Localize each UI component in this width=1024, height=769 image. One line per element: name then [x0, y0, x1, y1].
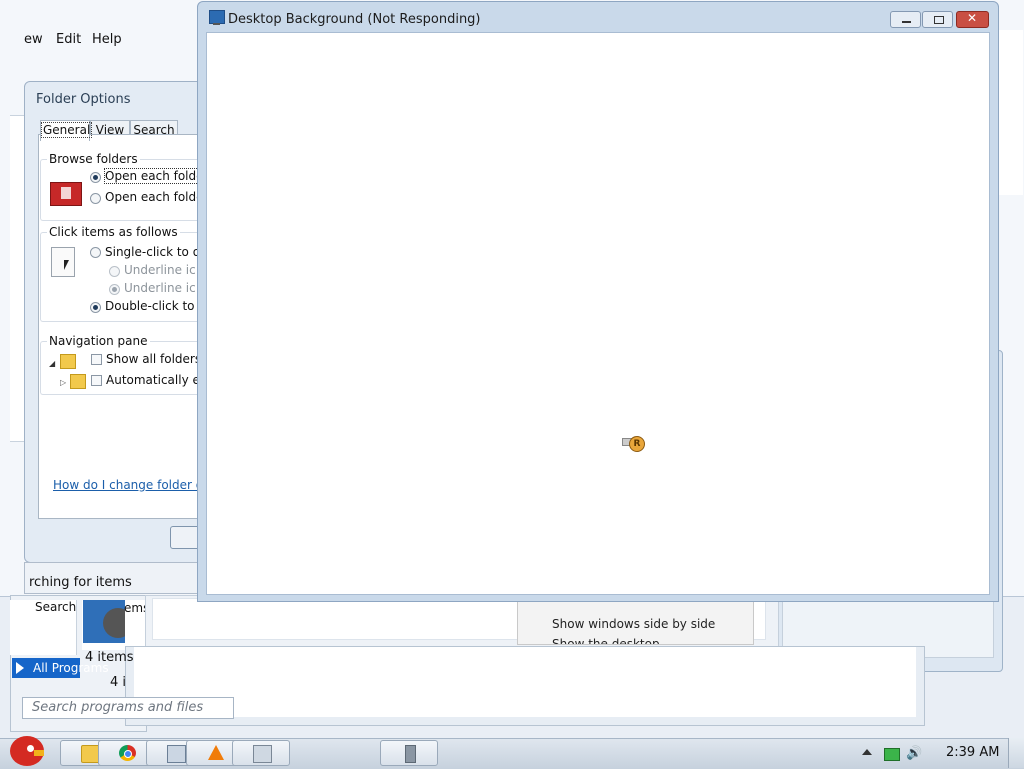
radio-underline-consistent	[109, 266, 120, 277]
window-client-area	[206, 32, 990, 595]
option-open-same-window[interactable]: Open each folde	[104, 168, 201, 184]
group-title: Browse folders	[47, 152, 140, 166]
window-icon	[167, 745, 186, 763]
show-desktop-button[interactable]	[1008, 738, 1024, 768]
close-button[interactable]	[956, 11, 989, 28]
navigation-pane-group: Navigation pane ◢ Show all folders ▷ Aut…	[40, 334, 201, 395]
volume-icon[interactable]: 🔊	[906, 747, 922, 760]
option-show-all-folders[interactable]: Show all folders	[106, 352, 200, 366]
explorer-nav-pane	[10, 115, 25, 442]
menu-edit[interactable]: Edit	[56, 32, 81, 47]
checkbox-show-all-folders[interactable]	[91, 354, 102, 365]
calculator-icon	[253, 745, 272, 763]
start-search-input[interactable]: Search programs and files	[22, 697, 234, 719]
explorer-scroll-area[interactable]	[996, 30, 1023, 195]
menu-item-show-desktop[interactable]: Show the desktop	[552, 637, 660, 644]
folder-options-dialog: Folder Options General View Search Brows…	[24, 81, 212, 563]
chrome-icon	[119, 745, 136, 761]
search-results-strip: rching for items	[24, 562, 206, 594]
radio-underline-point	[109, 284, 120, 295]
icon-detail	[61, 187, 71, 199]
menu-item-side-by-side[interactable]: Show windows side by side	[552, 617, 715, 631]
maximize-button[interactable]	[922, 11, 953, 28]
taskbar-clock[interactable]: 2:39 AM	[946, 745, 999, 760]
speaker-app-icon	[405, 745, 416, 763]
busy-ring-icon: R	[629, 436, 645, 452]
background-window-bottom	[125, 646, 925, 726]
window-title: Desktop Background (Not Responding)	[228, 12, 481, 27]
browse-folders-group: Browse folders Open each folde Open each…	[40, 152, 201, 221]
group-title: Click items as follows	[47, 225, 180, 239]
radio-open-same-window[interactable]	[90, 172, 101, 183]
explorer-menubar: ew Edit Help	[24, 30, 204, 50]
option-underline-point: Underline ic	[124, 281, 196, 295]
dialog-title: Folder Options	[36, 92, 131, 107]
option-single-click[interactable]: Single-click to op	[105, 245, 200, 259]
radio-double-click[interactable]	[90, 302, 101, 313]
start-button[interactable]	[4, 732, 50, 768]
radio-open-own-window[interactable]	[90, 193, 101, 204]
bird-beak	[34, 750, 44, 756]
document-pointer-icon	[51, 247, 75, 277]
group-title: Navigation pane	[47, 334, 150, 348]
help-link[interactable]: How do I change folder options	[53, 478, 205, 492]
search-label: Search	[35, 600, 77, 614]
all-programs-button[interactable]: All Programs	[12, 658, 109, 678]
searching-status: rching for items	[29, 575, 132, 590]
desktop-background-app-icon	[209, 10, 225, 25]
taskbar-context-menu: Show windows side by side Show the deskt…	[517, 598, 754, 645]
desktop-background-window: Desktop Background (Not Responding)	[197, 1, 999, 602]
bird-eye	[27, 745, 34, 752]
radio-single-click[interactable]	[90, 247, 101, 258]
network-icon[interactable]	[884, 748, 900, 761]
taskbar-calculator-button[interactable]	[232, 740, 290, 766]
option-double-click[interactable]: Double-click to o	[105, 299, 200, 313]
option-open-own-window[interactable]: Open each folde	[105, 190, 200, 204]
tree-expanded-icon: ◢	[49, 359, 56, 368]
checkbox-auto-expand[interactable]	[91, 375, 102, 386]
option-underline-consistent: Underline ic	[124, 263, 196, 277]
taskbar-speaker-app-button[interactable]	[380, 740, 438, 766]
option-auto-expand[interactable]: Automatically ex	[106, 373, 200, 387]
items-count-label: 4 i	[110, 675, 127, 690]
vlc-icon	[208, 745, 224, 760]
minimize-button[interactable]	[890, 11, 921, 28]
busy-cursor-icon: R	[622, 436, 646, 452]
browse-folders-illustration-icon	[50, 182, 82, 206]
thumbnail-image	[83, 600, 125, 643]
search-placeholder: Search programs and files	[32, 700, 204, 715]
click-items-group: Click items as follows Single-click to o…	[40, 225, 201, 322]
tab-general[interactable]: General	[40, 120, 93, 141]
folder-icon	[70, 374, 86, 389]
tree-collapsed-icon: ▷	[60, 378, 67, 387]
pointer-icon	[64, 260, 69, 270]
menu-view[interactable]: ew	[24, 32, 43, 47]
show-hidden-icons-icon[interactable]	[862, 749, 872, 755]
menu-help[interactable]: Help	[92, 32, 122, 47]
window-pane	[134, 647, 916, 717]
all-programs-label: All Programs	[33, 661, 109, 675]
arrow-right-icon	[16, 662, 24, 674]
folder-icon	[60, 354, 76, 369]
